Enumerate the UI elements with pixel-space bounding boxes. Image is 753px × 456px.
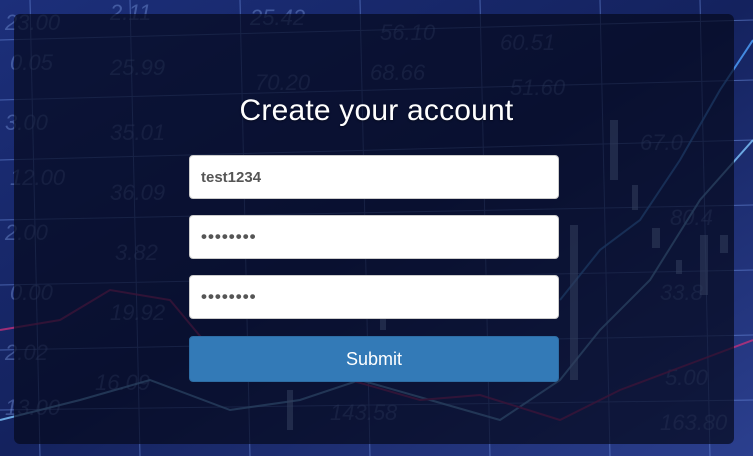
submit-button[interactable]: Submit [189, 336, 559, 382]
username-input[interactable] [189, 155, 559, 199]
password-input[interactable] [189, 215, 559, 259]
page-root: 23.00 2.11 25.42 56.10 60.51 0.05 25.99 … [0, 0, 753, 456]
confirm-password-input[interactable] [189, 275, 559, 319]
page-title: Create your account [239, 94, 514, 127]
